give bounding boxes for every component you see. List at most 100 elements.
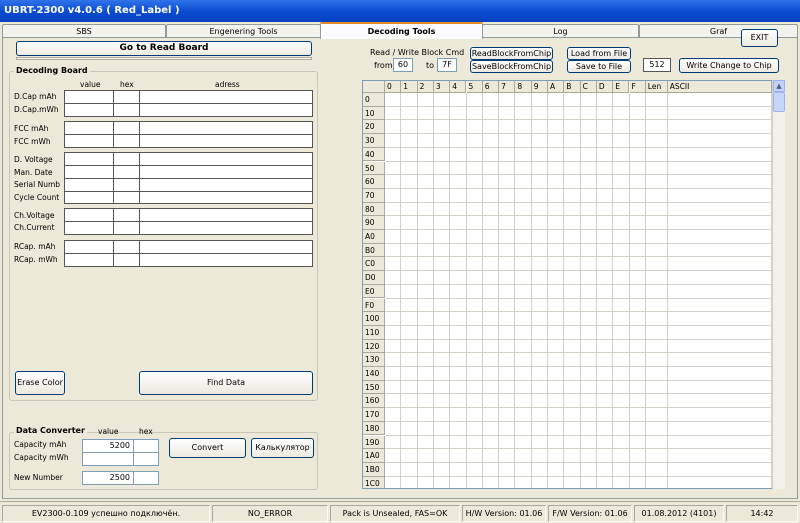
capacity-mwh-hex-input[interactable]	[133, 452, 159, 466]
convert-button[interactable]: Convert	[169, 438, 246, 458]
grid-row-line	[385, 146, 772, 148]
grid-row-line	[385, 379, 772, 381]
grid-row-line	[385, 393, 772, 395]
find-data-button[interactable]: Find Data	[139, 371, 313, 395]
tab-log[interactable]: Log	[482, 24, 639, 38]
grid-row-header[interactable]: 70	[363, 188, 385, 203]
col-adress-label: adress	[215, 80, 240, 89]
grid-row-line	[385, 324, 772, 326]
new-number-hex-input[interactable]	[133, 471, 159, 485]
grid-row-header[interactable]: 90	[363, 216, 385, 230]
grid-col-header[interactable]: 1	[401, 81, 418, 93]
grid-row-line	[385, 270, 772, 272]
status-fw-version: F/W Version: 01.06	[548, 505, 632, 522]
grid-col-header[interactable]: Len	[645, 81, 668, 93]
capacity-mah-hex-input[interactable]	[133, 439, 159, 453]
data-converter-title: Data Converter	[14, 426, 87, 435]
grid-col-line	[416, 93, 418, 488]
grid-row-line	[385, 434, 772, 436]
grid-col-header[interactable]: E	[613, 81, 630, 93]
grid-corner-cell	[363, 81, 385, 93]
grid-col-header[interactable]: B	[564, 81, 581, 93]
grid-col-line	[514, 93, 516, 488]
new-number-value-input[interactable]: 2500	[82, 471, 134, 485]
grid-row-header[interactable]: 150	[363, 380, 385, 395]
grid-col-header[interactable]: 0	[385, 81, 402, 93]
grid-row-header[interactable]: 140	[363, 367, 385, 381]
grid-row-header[interactable]: 180	[363, 421, 385, 436]
read-block-from-chip-button[interactable]: ReadBlockFromChip	[470, 47, 553, 60]
grid-row-header[interactable]: B0	[363, 243, 385, 258]
exit-button[interactable]: EXIT	[741, 29, 778, 47]
tab-engenering-tools[interactable]: Engenering Tools	[166, 24, 321, 38]
capacity-mwh-value-input[interactable]	[82, 452, 134, 466]
erase-color-button[interactable]: Erase Color	[15, 371, 65, 395]
grid-row-header[interactable]: 20	[363, 120, 385, 135]
grid-row-header[interactable]: 60	[363, 175, 385, 189]
grid-row-line	[385, 105, 772, 107]
read-progress-bar	[16, 57, 312, 60]
grid-col-line	[481, 93, 483, 488]
hex-data-grid[interactable]: 0 1 2 3 4 5 6 7 8 9 A B C D E F Len ASCII 0 10 20 30 40 50 60 70…	[362, 80, 785, 489]
grid-row-header[interactable]: 1C0	[363, 476, 385, 488]
scroll-up-arrow-icon[interactable]: ▲	[773, 80, 785, 92]
status-pack: Pack is Unsealed, FAS=OK	[330, 505, 460, 522]
grid-row-header[interactable]: 40	[363, 147, 385, 162]
grid-row-header[interactable]: 130	[363, 353, 385, 367]
grid-row-line	[385, 283, 772, 285]
grid-row-header[interactable]: E0	[363, 284, 385, 299]
grid-row-header[interactable]: 160	[363, 394, 385, 409]
calculator-button[interactable]: Калькулятор	[251, 438, 314, 458]
grid-row-header[interactable]: 170	[363, 408, 385, 422]
go-to-read-board-button[interactable]: Go to Read Board	[16, 41, 312, 56]
write-change-to-chip-button[interactable]: Write Change to Chip	[679, 58, 779, 73]
grid-row-header[interactable]: D0	[363, 271, 385, 285]
from-label: from	[374, 61, 393, 70]
grid-row-header[interactable]: 100	[363, 312, 385, 326]
grid-row-header[interactable]: 190	[363, 435, 385, 450]
save-block-from-chip-button[interactable]: SaveBlockFromChip	[470, 60, 553, 73]
grid-col-header[interactable]: 5	[466, 81, 483, 93]
grid-col-header[interactable]: 6	[482, 81, 500, 93]
grid-col-header[interactable]: 9	[531, 81, 548, 93]
grid-row-line	[385, 256, 772, 258]
grid-row-line	[385, 229, 772, 230]
grid-col-header[interactable]: F	[629, 81, 646, 93]
grid-row-header[interactable]: 120	[363, 339, 385, 354]
row-label-dcap-mwh: D.Cap.mWh	[14, 105, 59, 114]
grid-row-header[interactable]: 0	[363, 93, 385, 107]
grid-row-header[interactable]: 1B0	[363, 462, 385, 477]
grid-col-header[interactable]: C	[580, 81, 597, 93]
capacity-mah-value-input[interactable]: 5200	[82, 439, 134, 453]
grid-col-header[interactable]: 7	[499, 81, 516, 93]
grid-col-header[interactable]: 4	[450, 81, 467, 93]
new-number-label: New Number	[14, 473, 63, 482]
grid-row-header[interactable]: 30	[363, 134, 385, 148]
grid-row-line	[385, 215, 772, 217]
grid-vertical-scrollbar[interactable]: ▲	[772, 80, 785, 489]
load-from-file-button[interactable]: Load from File	[567, 47, 631, 60]
save-to-file-button[interactable]: Save to File	[567, 60, 631, 73]
grid-row-header[interactable]: F0	[363, 298, 385, 313]
tab-decoding-tools[interactable]: Decoding Tools	[320, 22, 483, 39]
grid-col-header[interactable]: 8	[515, 81, 532, 93]
grid-row-header[interactable]: C0	[363, 257, 385, 272]
grid-row-header[interactable]: 50	[363, 161, 385, 176]
grid-row-header[interactable]: 1A0	[363, 449, 385, 463]
grid-row-header[interactable]: 80	[363, 202, 385, 217]
tab-sbs[interactable]: SBS	[2, 24, 166, 38]
grid-col-header[interactable]: 3	[433, 81, 451, 93]
to-input[interactable]: 7F	[437, 58, 457, 72]
grid-row-header[interactable]: A0	[363, 230, 385, 244]
row-divider	[64, 253, 313, 254]
from-input[interactable]: 60	[393, 58, 413, 72]
block-cmd-title: Read / Write Block Cmd	[370, 48, 465, 57]
grid-col-header[interactable]: D	[596, 81, 614, 93]
grid-row-header[interactable]: 10	[363, 106, 385, 121]
grid-col-header[interactable]: 2	[417, 81, 434, 93]
grid-row-header[interactable]: 110	[363, 325, 385, 340]
grid-col-header[interactable]: ASCII	[667, 81, 772, 93]
grid-col-header[interactable]: A	[548, 81, 565, 93]
row-label-cycle-count: Cycle Count	[14, 193, 60, 202]
scroll-thumb[interactable]	[773, 92, 785, 112]
